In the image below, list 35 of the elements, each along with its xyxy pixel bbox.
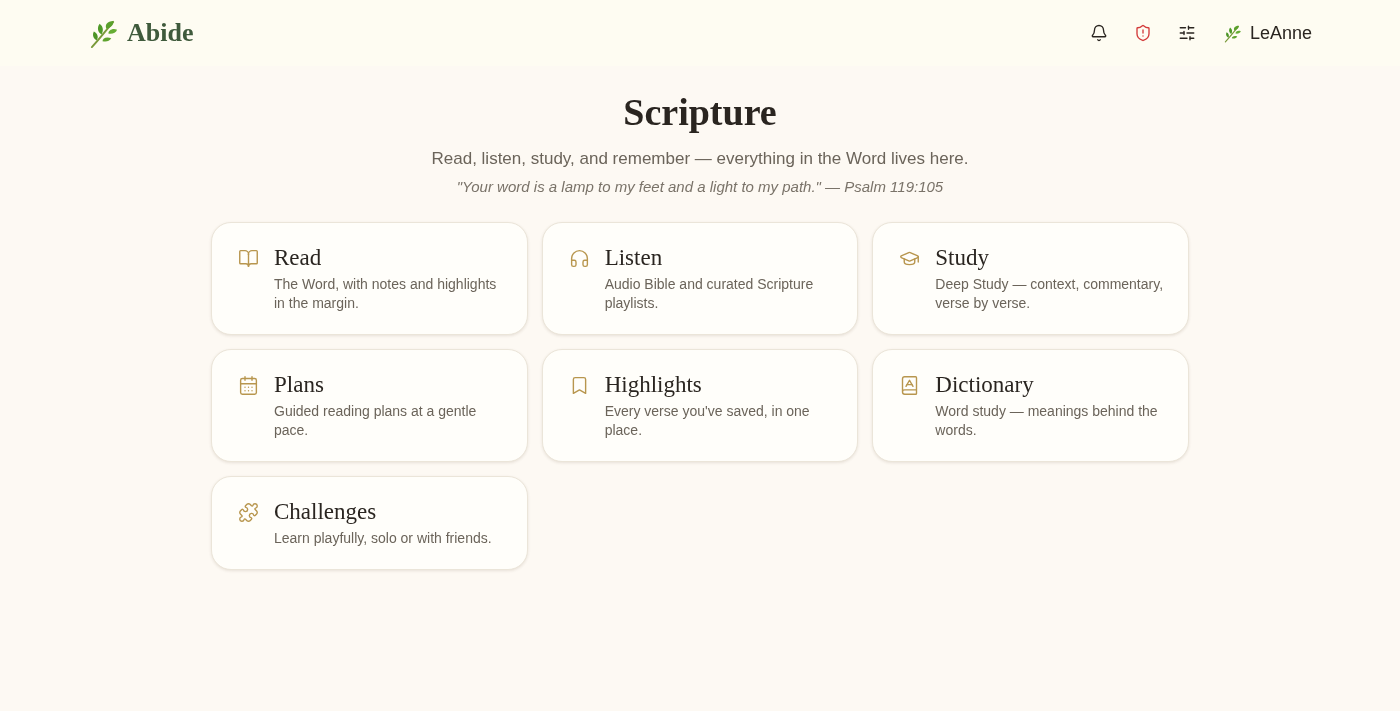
verse-quote: "Your word is a lamp to my feet and a light to my path." — Psalm 119:105 [456, 177, 944, 197]
feature-card[interactable]: Read The Word, with notes and highlights in the margin. [211, 222, 528, 335]
card-title: Listen [604, 244, 664, 272]
card-description: The Word, with notes and highlights in the margin. [274, 275, 498, 313]
bell-icon [1089, 24, 1108, 42]
card-title: Plans [274, 371, 325, 399]
brand-name: Abide [127, 20, 194, 46]
card-title: Highlights [604, 371, 703, 399]
leaf-icon [1222, 23, 1242, 43]
card-title: Challenges [274, 498, 378, 526]
page-subtitle: Read, listen, study, and remember — everything in the Word lives here. [431, 148, 969, 170]
feature-card[interactable]: Study Deep Study — context, commentary, verse by verse. [872, 222, 1189, 335]
card-description: Audio Bible and curated Scripture playlists. [604, 275, 815, 313]
card-description: Guided reading plans at a gentle pace. [274, 402, 478, 440]
card-title: Dictionary [935, 371, 1035, 399]
puzzle-piece-icon [238, 502, 259, 523]
calendar-icon [238, 375, 259, 396]
card-title: Study [935, 244, 990, 272]
sliders-icon [1177, 24, 1196, 42]
card-title: Read [274, 244, 323, 272]
feature-card[interactable]: Highlights Every verse you've saved, in one place. [541, 349, 859, 462]
card-description: Word study — meanings behind the words. [935, 402, 1159, 440]
feature-card[interactable]: Challenges Learn playfully, solo or with friends. [211, 476, 528, 570]
page-title: Scripture [623, 90, 777, 134]
feature-card[interactable]: Listen Audio Bible and curated Scripture playlists. [541, 222, 859, 335]
feature-card[interactable]: Dictionary Word study — meanings behind the words. [872, 349, 1189, 462]
headphones-icon [568, 248, 590, 269]
user-menu-button[interactable]: LeAnne [1222, 15, 1312, 51]
feature-card[interactable]: Plans Guided reading plans at a gentle pace. [211, 349, 528, 462]
shield-alert-icon [1133, 24, 1152, 42]
brand-link[interactable]: Abide [88, 17, 194, 49]
open-book-icon [238, 248, 259, 269]
card-description: Deep Study — context, commentary, verse by verse. [935, 275, 1164, 313]
card-description: Every verse you've saved, in one place. [604, 402, 811, 440]
card-description: Learn playfully, solo or with friends. [274, 529, 492, 548]
